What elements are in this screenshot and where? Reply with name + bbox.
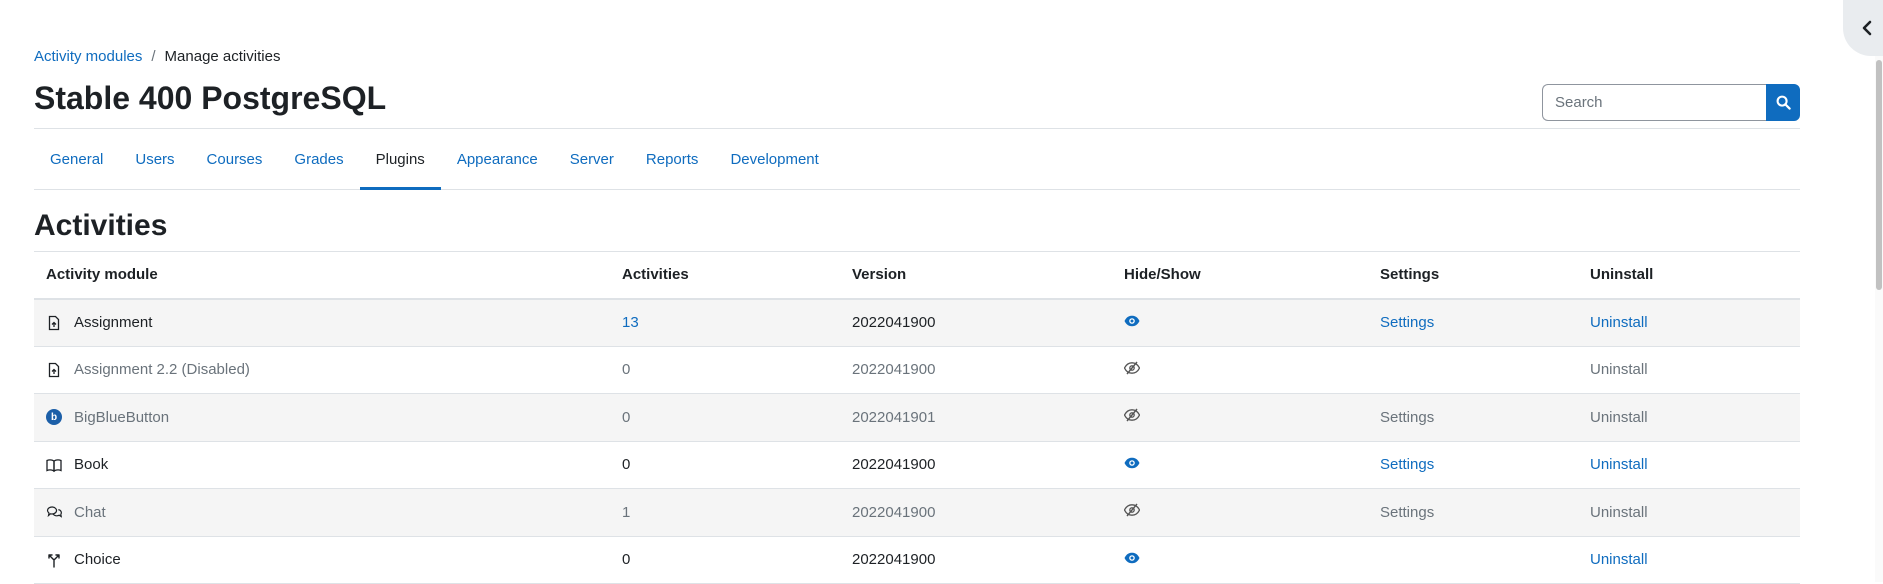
activities-table: Activity module Activities Version Hide/… — [34, 251, 1800, 584]
search-button[interactable] — [1766, 84, 1800, 121]
scrollbar-thumb[interactable] — [1876, 60, 1882, 290]
book-icon — [46, 457, 62, 473]
uninstall-link[interactable]: Uninstall — [1590, 456, 1648, 473]
uninstall-text: Uninstall — [1578, 393, 1800, 442]
column-header-activities: Activities — [610, 251, 840, 300]
module-name: Chat — [74, 503, 106, 521]
table-row: Assignment 2.2 (Disabled) 0 2022041900 U… — [34, 346, 1800, 394]
assignment-icon — [46, 315, 62, 331]
tab-users[interactable]: Users — [119, 129, 190, 189]
table-row: b BigBlueButton 0 2022041901 Settings Un… — [34, 393, 1800, 442]
eye-slash-icon[interactable] — [1124, 503, 1140, 517]
module-name: Choice — [74, 551, 121, 569]
module-name: BigBlueButton — [74, 408, 170, 426]
settings-text[interactable]: Settings — [1368, 488, 1578, 537]
activities-count: 1 — [610, 488, 840, 537]
version-value: 2022041901 — [840, 393, 1112, 442]
settings-link[interactable]: Settings — [1380, 456, 1434, 473]
tab-general[interactable]: General — [34, 129, 119, 189]
column-header-version: Version — [840, 251, 1112, 300]
chevron-left-icon — [1861, 20, 1873, 36]
uninstall-text: Uninstall — [1578, 346, 1800, 394]
version-value: 2022041900 — [840, 298, 1112, 347]
version-value: 2022041900 — [840, 346, 1112, 394]
activities-count: 0 — [610, 536, 840, 584]
settings-empty — [1368, 536, 1578, 584]
tab-grades[interactable]: Grades — [278, 129, 359, 189]
search-input[interactable] — [1542, 84, 1766, 121]
activities-count: 0 — [610, 346, 840, 394]
column-header-uninstall: Uninstall — [1578, 251, 1800, 300]
settings-empty — [1368, 346, 1578, 394]
table-row: Book 0 2022041900 Settings Uninstall — [34, 441, 1800, 489]
table-row: Assignment 13 2022041900 Settings Uninst… — [34, 298, 1800, 347]
assignment-icon — [46, 362, 62, 378]
eye-slash-icon[interactable] — [1124, 361, 1140, 375]
activities-count-link[interactable]: 13 — [622, 314, 639, 331]
tab-appearance[interactable]: Appearance — [441, 129, 554, 189]
eye-icon[interactable] — [1124, 552, 1140, 564]
section-title: Activities — [34, 209, 168, 242]
activities-count: 0 — [610, 393, 840, 442]
breadcrumb: Activity modules / Manage activities — [34, 48, 280, 65]
activities-count: 0 — [610, 441, 840, 489]
search-icon — [1776, 95, 1791, 110]
tab-courses[interactable]: Courses — [191, 129, 279, 189]
admin-tabs: General Users Courses Grades Plugins App… — [34, 129, 1800, 190]
table-row: Chat 1 2022041900 Settings Uninstall — [34, 488, 1800, 537]
tab-reports[interactable]: Reports — [630, 129, 715, 189]
bigbluebutton-icon: b — [46, 409, 62, 426]
page-title: Stable 400 PostgreSQL — [34, 80, 387, 116]
column-header-hideshow: Hide/Show — [1112, 251, 1368, 300]
drawer-toggle-button[interactable] — [1843, 0, 1883, 56]
tab-server[interactable]: Server — [554, 129, 630, 189]
uninstall-text: Uninstall — [1578, 488, 1800, 537]
table-row: Choice 0 2022041900 Uninstall — [34, 536, 1800, 584]
breadcrumb-activity-modules[interactable]: Activity modules — [34, 48, 142, 65]
breadcrumb-current: Manage activities — [164, 48, 281, 65]
version-value: 2022041900 — [840, 441, 1112, 489]
tab-plugins[interactable]: Plugins — [359, 129, 442, 190]
version-value: 2022041900 — [840, 488, 1112, 537]
column-header-settings: Settings — [1368, 251, 1578, 300]
module-name: Assignment — [74, 314, 153, 331]
eye-slash-icon[interactable] — [1124, 408, 1140, 422]
module-name: Assignment 2.2 (Disabled) — [74, 361, 250, 379]
settings-text[interactable]: Settings — [1368, 393, 1578, 442]
settings-link[interactable]: Settings — [1380, 314, 1434, 331]
module-name: Book — [74, 456, 109, 474]
eye-icon[interactable] — [1124, 457, 1140, 469]
column-header-module[interactable]: Activity module — [34, 251, 610, 300]
uninstall-link[interactable]: Uninstall — [1590, 551, 1648, 568]
eye-icon[interactable] — [1124, 315, 1140, 327]
choice-icon — [46, 552, 62, 568]
table-header-row: Activity module Activities Version Hide/… — [34, 251, 1800, 300]
chat-icon — [46, 504, 62, 520]
tab-development[interactable]: Development — [714, 129, 834, 189]
breadcrumb-separator: / — [151, 48, 156, 65]
search-form — [1542, 84, 1800, 121]
version-value: 2022041900 — [840, 536, 1112, 584]
uninstall-link[interactable]: Uninstall — [1590, 314, 1648, 331]
